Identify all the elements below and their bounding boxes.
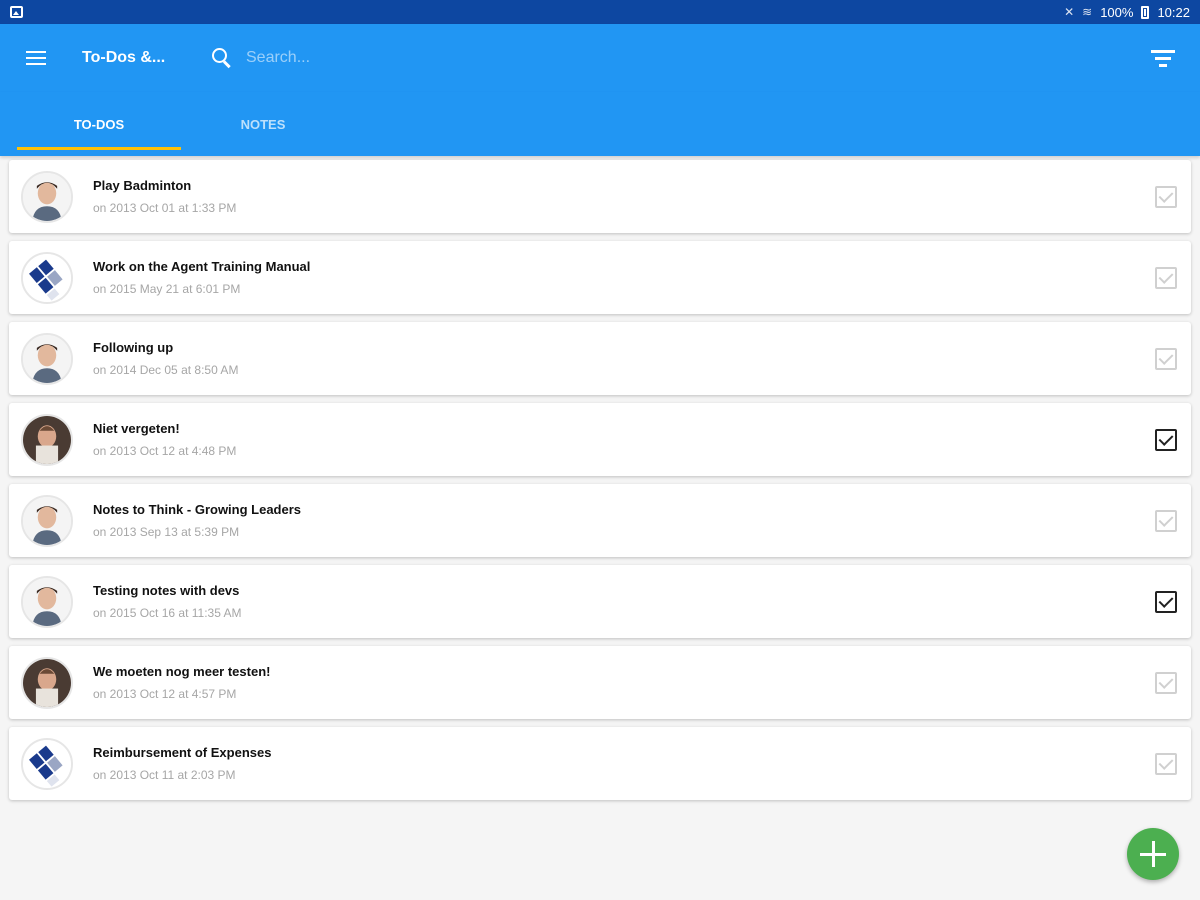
todo-text: Play Badminton on 2013 Oct 01 at 1:33 PM <box>93 178 1155 215</box>
menu-button[interactable] <box>0 24 72 92</box>
todo-date: on 2013 Oct 01 at 1:33 PM <box>93 201 237 215</box>
todo-title: Work on the Agent Training Manual <box>93 259 311 274</box>
todo-title: Following up <box>93 340 174 355</box>
gallery-notification-icon <box>10 6 23 18</box>
avatar <box>21 332 73 385</box>
todo-item[interactable]: Following up on 2014 Dec 05 at 8:50 AM <box>9 322 1191 395</box>
complete-checkbox[interactable] <box>1155 266 1177 289</box>
complete-checkbox[interactable] <box>1155 428 1177 451</box>
todo-text: Niet vergeten! on 2013 Oct 12 at 4:48 PM <box>93 421 1155 458</box>
todo-title: Notes to Think - Growing Leaders <box>93 502 302 517</box>
filter-icon <box>1151 49 1175 67</box>
app-toolbar: To-Dos &... <box>0 24 1200 92</box>
todo-text: We moeten nog meer testen! on 2013 Oct 12… <box>93 664 1155 701</box>
avatar <box>21 494 73 547</box>
tab-todos[interactable]: TO-DOS <box>17 92 181 156</box>
add-todo-button[interactable] <box>1127 828 1179 880</box>
todo-item[interactable]: Notes to Think - Growing Leaders on 2013 … <box>9 484 1191 557</box>
battery-percent: 100% <box>1100 4 1134 20</box>
todo-date: on 2013 Oct 11 at 2:03 PM <box>93 768 236 782</box>
todo-item[interactable]: We moeten nog meer testen! on 2013 Oct 12… <box>9 646 1191 719</box>
todo-item[interactable]: Reimbursement of Expenses on 2013 Oct 11 … <box>9 727 1191 800</box>
todo-date: on 2014 Dec 05 at 8:50 AM <box>93 363 239 377</box>
todo-text: Reimbursement of Expenses on 2013 Oct 11 … <box>93 745 1155 782</box>
complete-checkbox[interactable] <box>1155 185 1177 208</box>
tab-notes[interactable]: NOTES <box>181 92 345 156</box>
todo-title: Reimbursement of Expenses <box>93 745 272 760</box>
todo-title: Testing notes with devs <box>93 583 240 598</box>
avatar <box>21 656 73 709</box>
app-title: To-Dos &... <box>82 49 166 66</box>
avatar <box>21 251 73 304</box>
battery-icon <box>1141 5 1150 19</box>
todo-item[interactable]: Niet vergeten! on 2013 Oct 12 at 4:48 PM <box>9 403 1191 476</box>
avatar <box>21 413 73 466</box>
todo-text: Testing notes with devs on 2015 Oct 16 at… <box>93 583 1155 620</box>
search-input[interactable] <box>246 49 846 67</box>
hamburger-menu-icon <box>26 51 46 65</box>
complete-checkbox[interactable] <box>1155 590 1177 613</box>
todo-title: Play Badminton <box>93 178 192 193</box>
todo-item[interactable]: Work on the Agent Training Manual on 2015… <box>9 241 1191 314</box>
filter-button[interactable] <box>1126 24 1200 92</box>
search-icon[interactable] <box>212 48 232 68</box>
todo-title: We moeten nog meer testen! <box>93 664 271 679</box>
complete-checkbox[interactable] <box>1155 347 1177 370</box>
plus-icon <box>1140 841 1166 867</box>
todo-item[interactable]: Testing notes with devs on 2015 Oct 16 at… <box>9 565 1191 638</box>
avatar <box>21 170 73 223</box>
todo-date: on 2013 Oct 12 at 4:48 PM <box>93 444 237 458</box>
wifi-icon: ≋ <box>1082 5 1093 19</box>
todo-date: on 2013 Sep 13 at 5:39 PM <box>93 525 240 539</box>
todo-title: Niet vergeten! <box>93 421 180 436</box>
todo-text: Notes to Think - Growing Leaders on 2013 … <box>93 502 1155 539</box>
complete-checkbox[interactable] <box>1155 752 1177 775</box>
todo-date: on 2015 May 21 at 6:01 PM <box>93 282 241 296</box>
todo-text: Work on the Agent Training Manual on 2015… <box>93 259 1155 296</box>
todo-date: on 2013 Oct 12 at 4:57 PM <box>93 687 237 701</box>
complete-checkbox[interactable] <box>1155 671 1177 694</box>
todo-date: on 2015 Oct 16 at 11:35 AM <box>93 606 242 620</box>
todo-text: Following up on 2014 Dec 05 at 8:50 AM <box>93 340 1155 377</box>
todo-item[interactable]: Play Badminton on 2013 Oct 01 at 1:33 PM <box>9 160 1191 233</box>
status-bar: ✕ ≋ 100% 10:22 <box>0 0 1200 24</box>
todo-list: Play Badminton on 2013 Oct 01 at 1:33 PM W… <box>9 160 1191 808</box>
avatar <box>21 737 73 790</box>
clock: 10:22 <box>1157 4 1190 20</box>
tab-bar: TO-DOS NOTES <box>0 92 1200 156</box>
avatar <box>21 575 73 628</box>
mute-icon: ✕ <box>1064 5 1075 19</box>
complete-checkbox[interactable] <box>1155 509 1177 532</box>
search-bar <box>212 48 1126 68</box>
